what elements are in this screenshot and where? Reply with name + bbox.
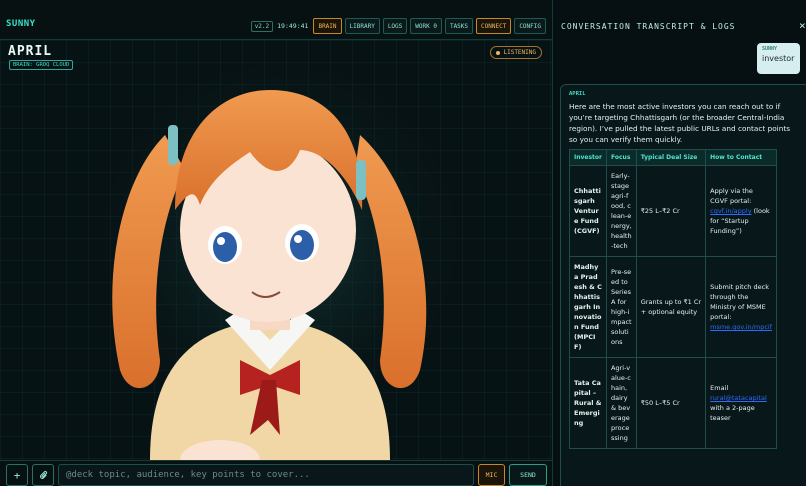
assistant-sender: APRIL <box>569 91 586 97</box>
tab-tasks[interactable]: TASKS <box>444 18 474 34</box>
cell-investor: Chhattisgarh Venture Fund (CGVF) <box>568 165 608 257</box>
close-icon[interactable]: × <box>799 19 806 32</box>
app-brand: SUNNY <box>6 19 36 29</box>
version-badge: v2.2 <box>250 20 274 32</box>
col-focus: Focus <box>606 149 637 166</box>
avatar-stage: APRIL BRAIN: GROQ CLOUD LISTENING <box>0 40 552 460</box>
user-text: investor <box>762 54 795 63</box>
listening-dot-icon <box>496 50 501 55</box>
tab-brain[interactable]: BRAIN <box>313 18 342 34</box>
table-header-row: Investor Focus Typical Deal Size How to … <box>568 149 777 166</box>
cell-contact: Apply via the CGVF portal: cgvf.in/apply… <box>705 165 777 257</box>
tab-library[interactable]: LIBRARY <box>344 18 380 34</box>
plus-icon: + <box>13 468 21 482</box>
table-row: Chhattisgarh Venture Fund (CGVF) Early-s… <box>568 165 777 257</box>
brain-badge: BRAIN: GROQ CLOUD <box>9 60 74 70</box>
user-message: SUNNY investor <box>757 43 800 74</box>
table-row: Madhya Pradesh & Chhattisgarh Innovation… <box>568 256 777 358</box>
listening-label: LISTENING <box>503 49 536 56</box>
contact-note: with a 2-page teaser <box>710 404 755 422</box>
add-button[interactable]: + <box>6 464 28 486</box>
tab-config[interactable]: CONFIG <box>514 18 546 34</box>
top-bar: SUNNY v2.2 19:49:41 BRAIN LIBRARY LOGS W… <box>0 0 552 40</box>
contact-text: Email <box>710 384 729 392</box>
contact-link[interactable]: cgvf.in/apply <box>710 207 751 215</box>
user-sender: SUNNY <box>762 46 778 52</box>
contact-text: Apply via the CGVF portal: <box>710 187 753 205</box>
col-contact: How to Contact <box>705 149 777 166</box>
cell-deal: ₹25 L–₹2 Cr <box>635 165 707 257</box>
cell-contact: Email rural@tatacapital with a 2-page te… <box>705 357 777 449</box>
contact-link[interactable]: msme.gov.in/mpcif <box>710 323 772 331</box>
cell-deal: ₹50 L–₹5 Cr <box>635 357 707 449</box>
table-row: Tata Capital – Rural & Emerging Agri-val… <box>568 357 777 449</box>
assistant-message: APRIL Here are the most active investors… <box>560 84 806 486</box>
avatar-illustration <box>80 60 480 460</box>
contact-text: Submit pitch deck through the Ministry o… <box>710 283 769 321</box>
attach-button[interactable] <box>32 464 54 486</box>
tab-logs[interactable]: LOGS <box>382 18 408 34</box>
message-input[interactable] <box>58 464 474 486</box>
avatar-name: APRIL <box>8 44 53 59</box>
col-deal-size: Typical Deal Size <box>635 149 707 166</box>
cell-focus: Agri-value-chain, dairy & beverage proce… <box>606 357 637 449</box>
cell-investor: Madhya Pradesh & Chhattisgarh Innovation… <box>568 256 608 358</box>
input-bar: + MIC SEND <box>0 460 552 486</box>
transcript-panel: CONVERSATION TRANSCRIPT & LOGS × SUNNY i… <box>552 0 806 486</box>
tab-work[interactable]: WORK 0 <box>410 18 442 34</box>
col-investor: Investor <box>568 149 608 166</box>
clock: 19:49:41 <box>277 22 309 30</box>
paperclip-icon <box>39 470 47 479</box>
nav-bar: v2.2 19:49:41 BRAIN LIBRARY LOGS WORK 0 … <box>250 18 546 34</box>
mic-button[interactable]: MIC <box>478 464 505 486</box>
listening-status: LISTENING <box>490 46 542 59</box>
send-button[interactable]: SEND <box>509 464 547 486</box>
cell-investor: Tata Capital – Rural & Emerging <box>568 357 608 449</box>
tab-connect[interactable]: CONNECT <box>476 18 512 34</box>
contact-link[interactable]: rural@tatacapital <box>710 394 767 402</box>
cell-deal: Grants up to ₹1 Cr + optional equity <box>635 256 707 358</box>
panel-title: CONVERSATION TRANSCRIPT & LOGS <box>561 22 736 31</box>
cell-focus: Pre-seed to Series A for high-impact sol… <box>606 256 637 358</box>
assistant-intro: Here are the most active investors you c… <box>569 102 790 144</box>
cell-focus: Early-stage agri-food, clean-energy, hea… <box>606 165 637 257</box>
investor-table: Investor Focus Typical Deal Size How to … <box>568 149 777 449</box>
cell-contact: Submit pitch deck through the Ministry o… <box>705 256 777 358</box>
